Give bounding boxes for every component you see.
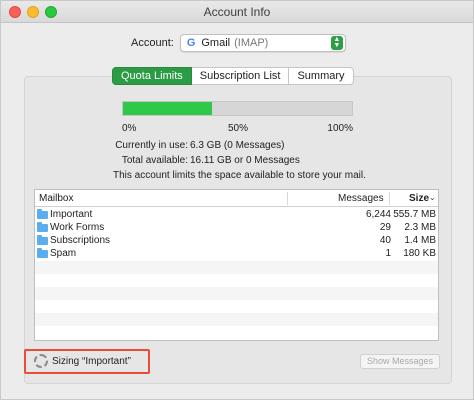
show-messages-button[interactable]: Show Messages [360, 354, 440, 369]
empty-row [35, 287, 438, 300]
mailbox-name: Subscriptions [50, 235, 111, 246]
table-row[interactable]: Subscriptions 40 1.4 MB [35, 235, 438, 248]
mailbox-size: 555.7 MB [393, 209, 436, 220]
mailbox-name: Spam [50, 248, 77, 259]
empty-row [35, 261, 438, 274]
mailbox-messages: 1 [385, 248, 391, 259]
title-bar: Account Info [1, 1, 473, 23]
mailbox-messages: 29 [379, 222, 391, 233]
quota-tick-0: 0% [122, 123, 137, 134]
account-label: Account: [131, 37, 174, 49]
used-value: 6.3 GB (0 Messages) [190, 140, 285, 151]
folder-icon [37, 209, 48, 219]
total-label: Total available: [121, 155, 188, 166]
table-header: Mailbox Messages Size ⌄ [35, 190, 438, 207]
table-row[interactable]: Work Forms 29 2.3 MB [35, 222, 438, 235]
quota-tick-50: 50% [228, 123, 249, 134]
tab-summary[interactable]: Summary [289, 67, 354, 85]
quota-ticks: 0% 50% 100% [122, 123, 353, 135]
total-value: 16.11 GB or 0 Messages [190, 155, 300, 166]
mailbox-messages: 6,244 [365, 209, 391, 220]
tab-quota-limits[interactable]: Quota Limits [112, 67, 192, 85]
column-header-messages[interactable]: Messages [338, 193, 384, 204]
empty-row [35, 313, 438, 326]
column-header-size[interactable]: Size [409, 193, 429, 204]
account-name: Gmail [201, 37, 231, 49]
spinner-icon [34, 354, 48, 368]
folder-icon [37, 235, 48, 245]
quota-progress-fill [123, 102, 213, 115]
mailbox-messages: 40 [379, 235, 391, 246]
account-popup[interactable]: G Gmail (IMAP) ▲ ▼ [179, 34, 346, 52]
empty-row [35, 274, 438, 287]
used-label: Currently in use: [115, 140, 188, 151]
mailbox-name: Important [50, 209, 93, 220]
mailbox-table: Mailbox Messages Size ⌄ Important 6,244 … [34, 189, 439, 341]
mailbox-size: 2.3 MB [404, 222, 436, 233]
quota-tick-100: 100% [327, 123, 353, 134]
empty-row [35, 300, 438, 313]
window-title: Account Info [203, 5, 271, 19]
google-icon: G [186, 37, 196, 49]
tab-bar: Quota Limits Subscription List Summary [112, 67, 354, 85]
column-divider[interactable] [287, 192, 288, 205]
folder-icon [37, 248, 48, 258]
column-divider[interactable] [389, 192, 390, 205]
table-row[interactable]: Important 6,244 555.7 MB [35, 209, 438, 222]
status-text: Sizing “Important” [52, 356, 131, 367]
mailbox-size: 1.4 MB [404, 235, 436, 246]
account-row: Account: G Gmail (IMAP) ▲ ▼ [131, 34, 346, 52]
tab-subscription-list[interactable]: Subscription List [191, 67, 290, 85]
mailbox-name: Work Forms [50, 222, 105, 233]
column-header-mailbox[interactable]: Mailbox [39, 193, 73, 204]
mailbox-size: 180 KB [403, 248, 436, 259]
empty-row [35, 326, 438, 339]
popup-arrows-icon: ▲ ▼ [330, 36, 343, 50]
quota-note: This account limits the space available … [113, 170, 366, 181]
table-row[interactable]: Spam 1 180 KB [35, 248, 438, 261]
account-info-window: Account Info Account: G Gmail (IMAP) ▲ ▼ … [0, 0, 474, 400]
quota-progress-bar [122, 101, 353, 116]
sort-descending-icon: ⌄ [429, 193, 436, 202]
account-type: (IMAP) [234, 37, 269, 49]
folder-icon [37, 222, 48, 232]
